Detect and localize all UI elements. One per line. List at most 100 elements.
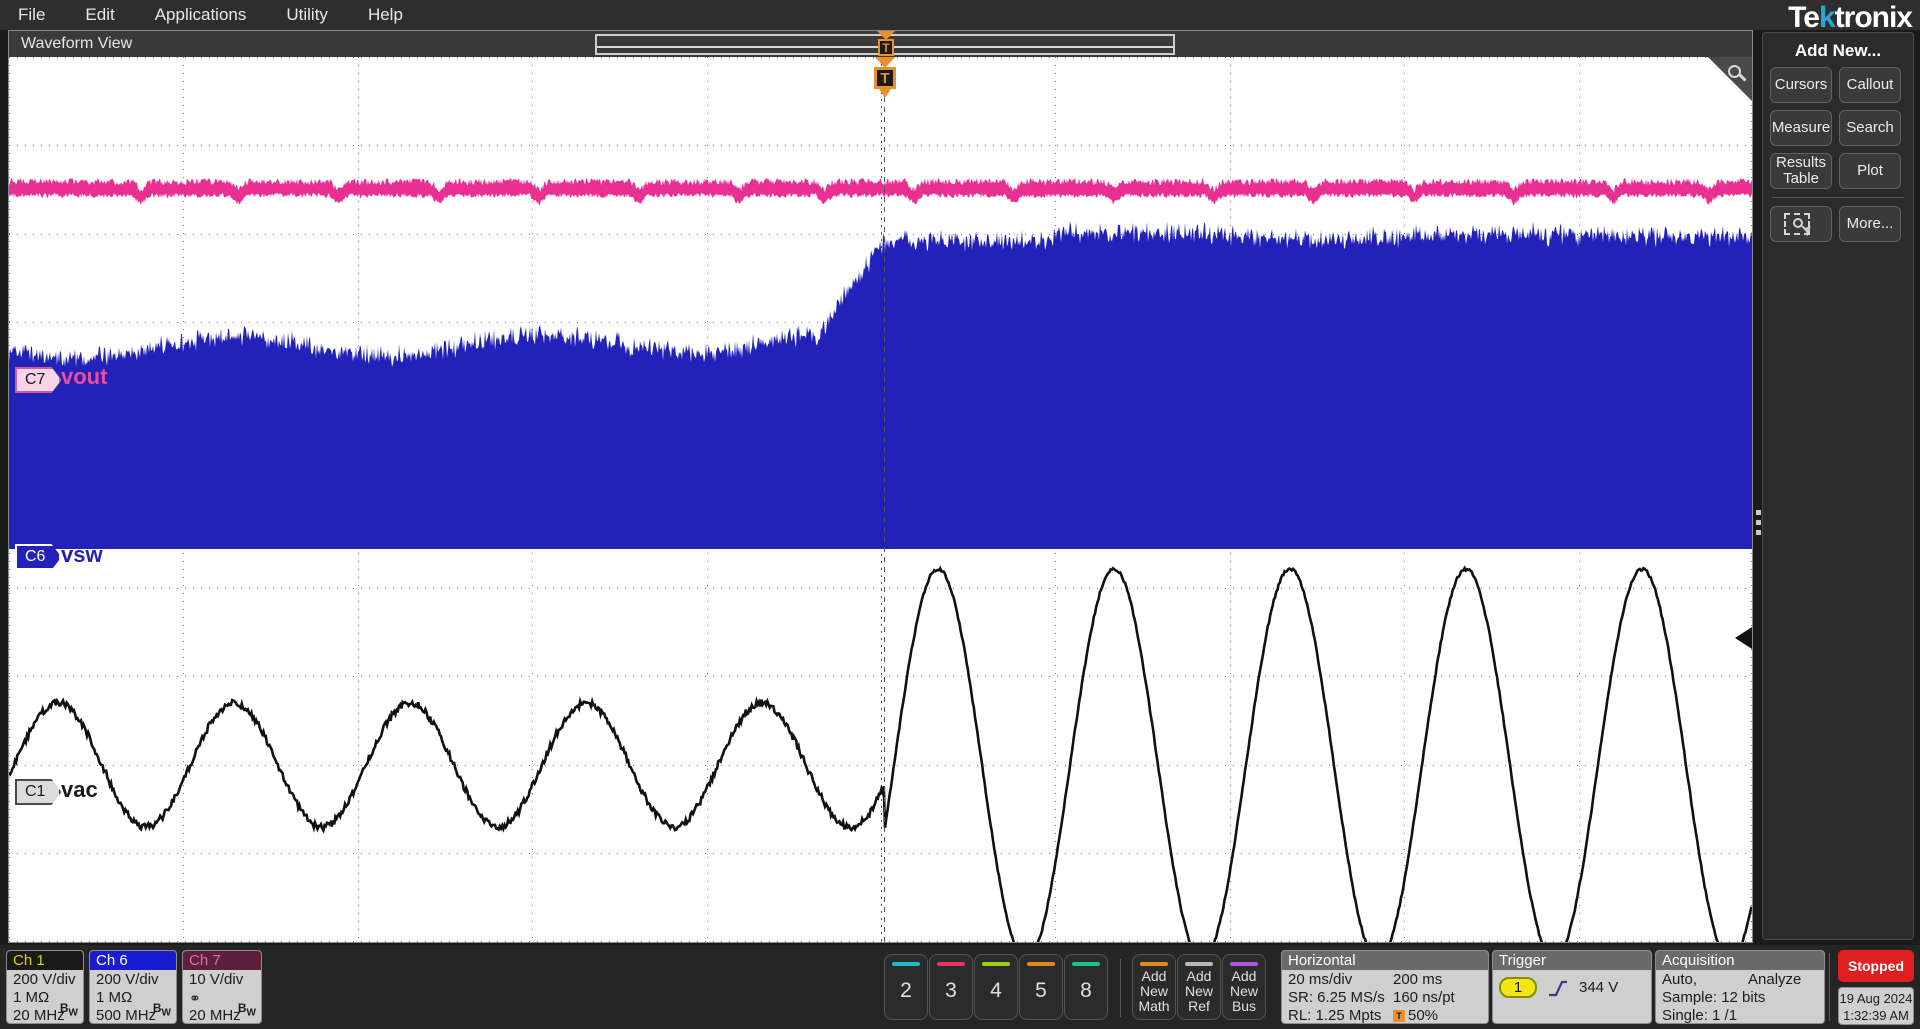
- trigger-position-icon: T: [1393, 1010, 1405, 1023]
- horizontal-scale: 20 ms/div: [1288, 971, 1353, 988]
- acquisition-badge-panel[interactable]: Acquisition Auto, Analyze Sample: 12 bit…: [1655, 950, 1825, 1024]
- trigger-marker[interactable]: T: [873, 57, 897, 101]
- status-divider: [1829, 953, 1830, 1021]
- graticule[interactable]: T C7 vout C6 vsw C1 vac: [9, 57, 1752, 942]
- ch6-bw-icon: BW: [152, 1000, 171, 1018]
- waveform-traces: [9, 178, 1752, 942]
- ch7-title: Ch 7: [183, 951, 261, 970]
- channel-label-vac: vac: [61, 777, 98, 802]
- trigger-badge-panel[interactable]: Trigger 1 344 V: [1492, 950, 1652, 1024]
- channel-label-vout: vout: [61, 364, 108, 389]
- add-ref-color-bar: [1185, 962, 1213, 966]
- menu-item-file[interactable]: File: [0, 0, 65, 30]
- zoom-overview-trigger-badge[interactable]: T: [878, 39, 894, 56]
- channel-button-3[interactable]: 3: [929, 954, 973, 1020]
- acquisition-sample: Sample: 12 bits: [1662, 989, 1766, 1006]
- add-new-math-button[interactable]: Add New Math: [1132, 954, 1176, 1020]
- add-ref-line3: Ref: [1188, 998, 1210, 1014]
- logo-text-k: k: [1818, 1, 1836, 34]
- trigger-level: 344 V: [1579, 978, 1619, 996]
- tektronix-logo: Tektronix: [1788, 1, 1913, 35]
- channel-2-label: 2: [900, 979, 912, 1002]
- menu-item-edit[interactable]: Edit: [65, 0, 134, 30]
- add-new-bus-button[interactable]: Add New Bus: [1222, 954, 1266, 1020]
- menu-bar: File Edit Applications Utility Help: [0, 0, 1920, 30]
- add-bus-line1: Add: [1231, 968, 1257, 984]
- acquisition-single: Single: 1 /1: [1662, 1007, 1738, 1024]
- trigger-source-badge[interactable]: 1: [1499, 977, 1537, 998]
- ch7-bw-icon: BW: [237, 1000, 256, 1018]
- channel-button-8[interactable]: 8: [1064, 954, 1108, 1020]
- channel-button-5[interactable]: 5: [1019, 954, 1063, 1020]
- add-bus-color-bar: [1230, 962, 1258, 966]
- trace-c7-vout: [9, 178, 1752, 206]
- channel-5-color-bar: [1027, 962, 1055, 966]
- trigger-body: 1 344 V: [1493, 970, 1651, 998]
- ch1-bw-icon: BW: [59, 1000, 78, 1018]
- logo-text-pre: Te: [1788, 1, 1820, 34]
- ch1-title: Ch 1: [7, 951, 83, 970]
- channel-badge-panel-ch6[interactable]: Ch 6 200 V/div 1 MΩ 500 MHz BW: [89, 950, 177, 1024]
- menu-item-help[interactable]: Help: [348, 0, 423, 30]
- trigger-badge-label: T: [874, 67, 896, 89]
- button-group-divider: [1120, 959, 1121, 1017]
- sidebar-button-more[interactable]: More...: [1839, 206, 1901, 242]
- channel-8-color-bar: [1072, 962, 1100, 966]
- trigger-title: Trigger: [1493, 951, 1651, 970]
- channel-4-label: 4: [990, 979, 1002, 1002]
- ch1-scale: 200 V/div: [13, 971, 76, 988]
- date-time-display: 19 Aug 2024 1:32:39 AM: [1838, 987, 1914, 1025]
- horizontal-body: 20 ms/div 200 ms SR: 6.25 MS/s 160 ns/pt…: [1282, 970, 1488, 1024]
- sidebar-button-search[interactable]: Search: [1839, 110, 1901, 146]
- acquisition-analyze: Analyze: [1748, 971, 1802, 988]
- add-new-sidebar: Add New... Cursors Callout Measure Searc…: [1762, 32, 1914, 940]
- logo-text-post: tronix: [1834, 1, 1913, 34]
- channel-badge-panel-ch7[interactable]: Ch 7 10 V/div ⚭ 20 MHz BW: [182, 950, 262, 1024]
- sidebar-title: Add New...: [1794, 41, 1882, 60]
- menu-item-utility[interactable]: Utility: [266, 0, 348, 30]
- add-math-line3: Math: [1138, 998, 1170, 1014]
- run-stop-status-button[interactable]: Stopped: [1838, 950, 1914, 982]
- panel-drag-handle[interactable]: [1753, 499, 1763, 545]
- ch6-body: 200 V/div 1 MΩ 500 MHz BW: [90, 970, 176, 1023]
- channel-3-label: 3: [945, 979, 957, 1002]
- horizontal-title: Horizontal: [1282, 951, 1488, 970]
- add-bus-line3: Bus: [1231, 998, 1257, 1014]
- trace-c6-vsw: [9, 221, 1752, 549]
- add-new-ref-button[interactable]: Add New Ref: [1177, 954, 1221, 1020]
- horizontal-record-length: RL: 1.25 Mpts: [1288, 1007, 1382, 1024]
- zoom-magnifier-icon[interactable]: [1704, 57, 1752, 105]
- sidebar-button-callout[interactable]: Callout: [1839, 67, 1901, 103]
- channel-button-2[interactable]: 2: [884, 954, 928, 1020]
- horizontal-sample-rate: SR: 6.25 MS/s: [1288, 989, 1385, 1006]
- channel-button-4[interactable]: 4: [974, 954, 1018, 1020]
- trigger-arrow-down-icon: [879, 89, 891, 98]
- sidebar-button-cursors[interactable]: Cursors: [1770, 67, 1832, 103]
- sidebar-button-grid: Cursors Callout Measure Search Results T…: [1763, 67, 1913, 189]
- channel-label-vsw: vsw: [61, 542, 103, 567]
- acquisition-body: Auto, Analyze Sample: 12 bits Single: 1 …: [1656, 970, 1824, 1024]
- channel-5-label: 5: [1035, 979, 1047, 1002]
- add-math-color-bar: [1140, 962, 1168, 966]
- ch6-title: Ch 6: [90, 951, 176, 970]
- sidebar-button-results-table[interactable]: Results Table: [1770, 153, 1832, 189]
- status-time: 1:32:39 AM: [1843, 1008, 1909, 1023]
- channel-8-label: 8: [1080, 979, 1092, 1002]
- acquisition-mode: Auto,: [1662, 971, 1698, 988]
- sidebar-button-measure[interactable]: Measure: [1770, 110, 1832, 146]
- waveform-view-panel[interactable]: Waveform View T T C7 vout C6 vsw C1 vac: [8, 30, 1761, 943]
- horizontal-badge-panel[interactable]: Horizontal 20 ms/div 200 ms SR: 6.25 MS/…: [1281, 950, 1489, 1024]
- menu-item-applications[interactable]: Applications: [135, 0, 267, 30]
- add-ref-line2: New: [1184, 983, 1213, 999]
- add-ref-line1: Add: [1186, 968, 1212, 984]
- sidebar-button-plot[interactable]: Plot: [1839, 153, 1901, 189]
- add-bus-line2: New: [1229, 983, 1258, 999]
- channel-badge-panel-ch1[interactable]: Ch 1 200 V/div 1 MΩ 20 MHz BW: [6, 950, 84, 1024]
- sidebar-bottom-row: More...: [1763, 206, 1913, 242]
- zoom-select-icon[interactable]: [1770, 206, 1832, 242]
- ground-reference-arrow-icon[interactable]: [1735, 627, 1752, 649]
- horizontal-position: 50%: [1408, 1007, 1439, 1024]
- add-math-line2: New: [1139, 983, 1168, 999]
- bottom-status-bar: Ch 1 200 V/div 1 MΩ 20 MHz BW Ch 6 200 V…: [0, 945, 1920, 1029]
- trigger-position-line: [884, 57, 885, 942]
